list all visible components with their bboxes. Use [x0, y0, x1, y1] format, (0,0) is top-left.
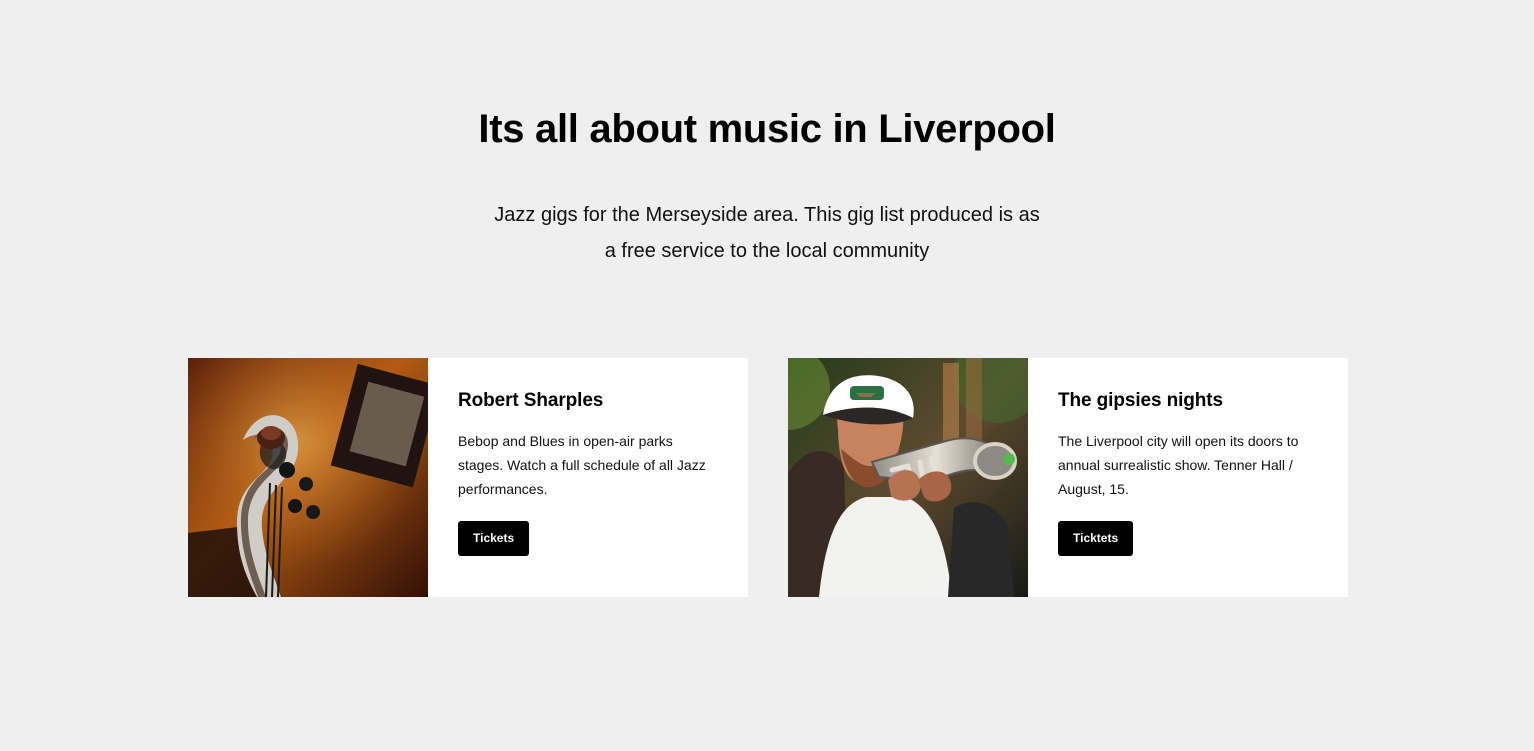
event-description: The Liverpool city will open its doors t… [1058, 433, 1299, 497]
event-card-content: Robert Sharples Bebop and Blues in open-… [428, 358, 748, 597]
event-card-the-gipsies-nights: The gipsies nights The Liverpool city wi… [788, 358, 1348, 597]
trumpet-player-image [788, 358, 1028, 597]
double-bass-image [188, 358, 428, 597]
event-cards: Robert Sharples Bebop and Blues in open-… [188, 358, 1348, 597]
event-description: Bebop and Blues in open-air parks stages… [458, 433, 706, 497]
page-title: Its all about music in Liverpool [478, 107, 1056, 151]
tickets-button[interactable]: Tickets [458, 521, 530, 556]
event-card-robert-sharples: Robert Sharples Bebop and Blues in open-… [188, 358, 748, 597]
tickets-button[interactable]: Ticktets [1058, 521, 1134, 556]
event-title: The gipsies nights [1058, 390, 1223, 411]
page-subtitle: Jazz gigs for the Merseyside area. This … [494, 204, 1040, 262]
event-title: Robert Sharples [458, 390, 604, 411]
event-card-content: The gipsies nights The Liverpool city wi… [1028, 358, 1348, 597]
